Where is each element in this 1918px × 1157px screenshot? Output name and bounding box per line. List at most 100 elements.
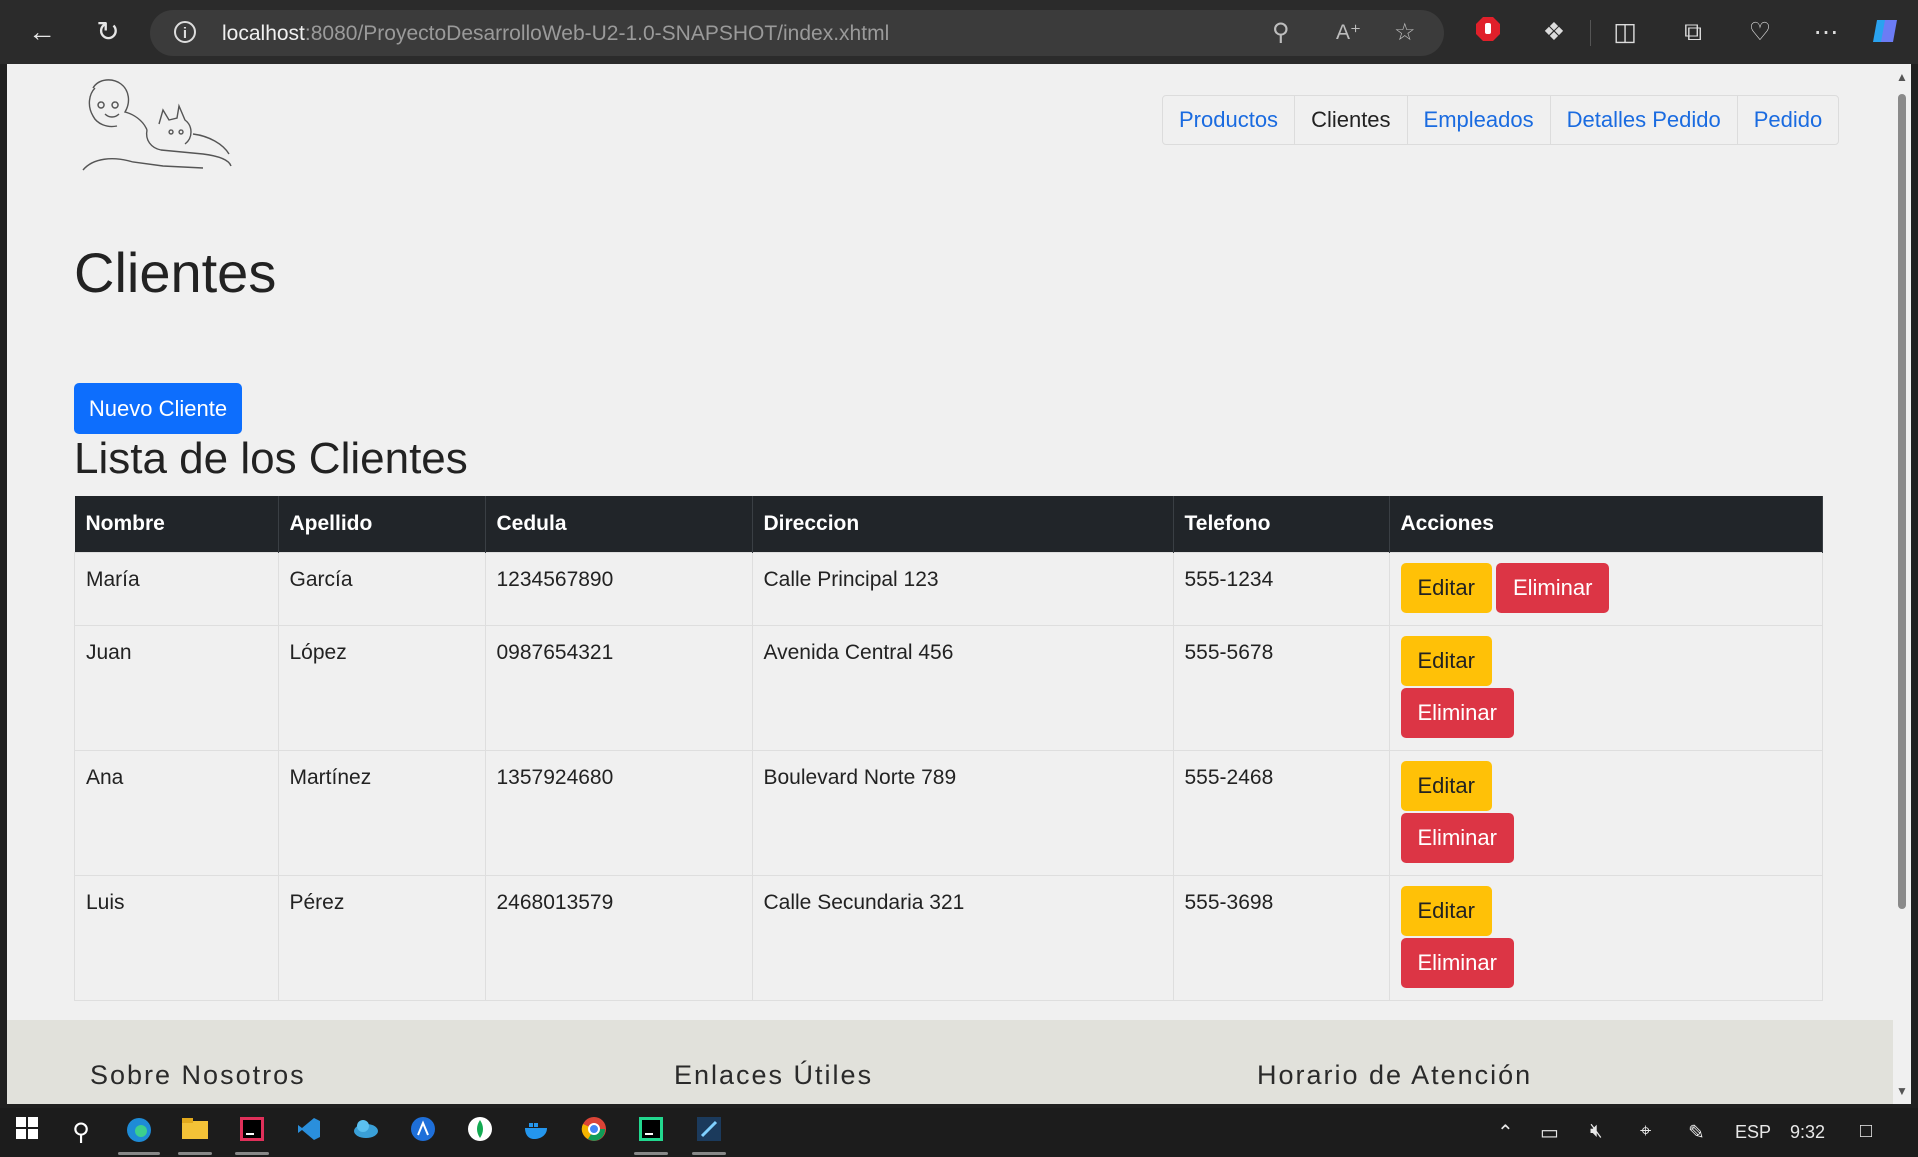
docker-icon[interactable]: [520, 1116, 554, 1150]
nav-empleados[interactable]: Empleados: [1406, 96, 1550, 144]
tray-chevron-icon[interactable]: ⌃: [1497, 1120, 1514, 1145]
edit-button[interactable]: Editar: [1400, 761, 1492, 811]
cell-direccion: Calle Secundaria 321: [751, 875, 1174, 1001]
table-row: María García 1234567890 Calle Principal …: [74, 552, 1823, 626]
search-icon[interactable]: ⚲: [64, 1116, 98, 1150]
windows-start-icon[interactable]: [10, 1116, 44, 1150]
edit-button[interactable]: Editar: [1400, 886, 1492, 936]
refresh-icon[interactable]: ↻: [90, 14, 126, 50]
collections-icon[interactable]: ⧉: [1675, 16, 1711, 48]
cell-actions: Editar Eliminar: [1388, 552, 1823, 626]
language-indicator[interactable]: ESP: [1735, 1122, 1771, 1143]
cell-telefono: 555-1234: [1172, 552, 1390, 626]
more-menu-icon[interactable]: ⋯: [1808, 16, 1844, 48]
cell-cedula: 0987654321: [484, 625, 753, 751]
scroll-down-icon[interactable]: ▼: [1895, 1084, 1909, 1098]
cell-apellido: Martínez: [277, 750, 486, 876]
edit-button[interactable]: Editar: [1400, 636, 1492, 686]
cell-nombre: María: [74, 552, 279, 626]
header-acciones: Acciones: [1389, 496, 1823, 553]
cell-actions: Editar Eliminar: [1388, 875, 1823, 1001]
wifi-icon[interactable]: ⌖: [1640, 1120, 1651, 1143]
site-info-icon[interactable]: i: [174, 21, 196, 43]
list-title: Lista de los Clientes: [74, 434, 468, 483]
table-row: Luis Pérez 2468013579 Calle Secundaria 3…: [74, 875, 1823, 1001]
zoom-icon[interactable]: ⚲: [1272, 18, 1290, 48]
cell-nombre: Luis: [74, 875, 279, 1001]
clock[interactable]: 9:32: [1790, 1122, 1825, 1143]
cloud-app-icon[interactable]: [349, 1116, 383, 1150]
datagrip-icon[interactable]: [634, 1116, 668, 1150]
table-row: Juan López 0987654321 Avenida Central 45…: [74, 625, 1823, 751]
main-nav: Productos Clientes Empleados Detalles Pe…: [1162, 95, 1840, 145]
app-store-icon[interactable]: [406, 1116, 440, 1150]
cell-direccion: Calle Principal 123: [751, 552, 1174, 626]
cell-cedula: 1357924680: [484, 750, 753, 876]
scroll-up-icon[interactable]: ▲: [1895, 70, 1909, 84]
header-cedula: Cedula: [485, 496, 753, 553]
cell-telefono: 555-2468: [1172, 750, 1390, 876]
url-host: localhost: [222, 22, 305, 45]
table-row: Ana Martínez 1357924680 Boulevard Norte …: [74, 750, 1823, 876]
toolbar-divider: [1590, 20, 1591, 46]
file-explorer-icon[interactable]: [178, 1116, 212, 1150]
edit-button[interactable]: Editar: [1400, 563, 1492, 613]
header-nombre: Nombre: [74, 496, 279, 553]
delete-button[interactable]: Eliminar: [1400, 688, 1514, 738]
url-text[interactable]: localhost:8080/ProyectoDesarrolloWeb-U2-…: [222, 22, 889, 46]
cell-actions: Editar Eliminar: [1388, 750, 1823, 876]
nav-clientes[interactable]: Clientes: [1294, 96, 1406, 144]
copilot-icon[interactable]: [1868, 16, 1904, 54]
open-app-indicator: [178, 1152, 212, 1155]
delete-button[interactable]: Eliminar: [1400, 938, 1514, 988]
adblock-icon[interactable]: [1470, 16, 1506, 50]
open-app-indicator: [692, 1152, 726, 1155]
scrollbar-thumb[interactable]: [1898, 94, 1906, 909]
favorite-star-icon[interactable]: ☆: [1394, 18, 1416, 48]
netbeans-icon[interactable]: [692, 1116, 726, 1150]
footer-hours-heading: Horario de Atención: [1257, 1060, 1533, 1090]
active-app-indicator: [118, 1152, 160, 1155]
edge-browser-icon[interactable]: [122, 1116, 156, 1150]
chrome-icon[interactable]: [577, 1116, 611, 1150]
header-apellido: Apellido: [278, 496, 486, 553]
cell-apellido: Pérez: [277, 875, 486, 1001]
read-aloud-icon[interactable]: A⁺: [1336, 18, 1361, 48]
browser-essentials-icon[interactable]: ♡: [1742, 16, 1778, 48]
table-header-row: Nombre Apellido Cedula Direccion Telefon…: [74, 496, 1823, 553]
page-viewport: Productos Clientes Empleados Detalles Pe…: [7, 64, 1893, 1104]
cell-nombre: Juan: [74, 625, 279, 751]
delete-button[interactable]: Eliminar: [1400, 813, 1514, 863]
cell-cedula: 2468013579: [484, 875, 753, 1001]
cell-direccion: Boulevard Norte 789: [751, 750, 1174, 876]
cell-apellido: García: [277, 552, 486, 626]
new-client-button[interactable]: Nuevo Cliente: [74, 383, 242, 434]
cell-actions: Editar Eliminar: [1388, 625, 1823, 751]
nav-detalles-pedido[interactable]: Detalles Pedido: [1549, 96, 1737, 144]
footer-links-heading: Enlaces Útiles: [674, 1060, 874, 1090]
battery-icon[interactable]: ▭: [1540, 1120, 1559, 1145]
url-path: :8080/ProyectoDesarrolloWeb-U2-1.0-SNAPS…: [304, 22, 890, 45]
cell-cedula: 1234567890: [484, 552, 753, 626]
cell-direccion: Avenida Central 456: [751, 625, 1174, 751]
address-bar[interactable]: i localhost:8080/ProyectoDesarrolloWeb-U…: [150, 10, 1444, 56]
back-arrow-icon[interactable]: ←: [24, 14, 60, 50]
nav-pedido[interactable]: Pedido: [1736, 96, 1839, 144]
mongodb-compass-icon[interactable]: [463, 1116, 497, 1150]
open-app-indicator: [235, 1152, 269, 1155]
nav-productos[interactable]: Productos: [1163, 96, 1294, 144]
extensions-icon[interactable]: ❖: [1536, 16, 1572, 48]
windows-taskbar: ⚲ ⌃ ▭ 🔇︎ ⌖ ✎ ESP 9:32 □: [0, 1108, 1918, 1157]
notifications-icon[interactable]: □: [1860, 1120, 1872, 1143]
intellij-icon[interactable]: [235, 1116, 269, 1150]
page-title: Clientes: [74, 241, 277, 304]
vscode-icon[interactable]: [292, 1116, 326, 1150]
volume-muted-icon[interactable]: 🔇︎: [1590, 1120, 1603, 1143]
split-screen-icon[interactable]: ◫: [1607, 16, 1643, 48]
header-direccion: Direccion: [752, 496, 1174, 553]
footer-about-heading: Sobre Nosotros: [90, 1060, 306, 1090]
page-scrollbar[interactable]: ▲ ▼: [1893, 64, 1911, 1104]
pen-icon[interactable]: ✎: [1688, 1120, 1705, 1145]
delete-button[interactable]: Eliminar: [1495, 563, 1610, 613]
dog-cat-logo[interactable]: [73, 74, 235, 174]
